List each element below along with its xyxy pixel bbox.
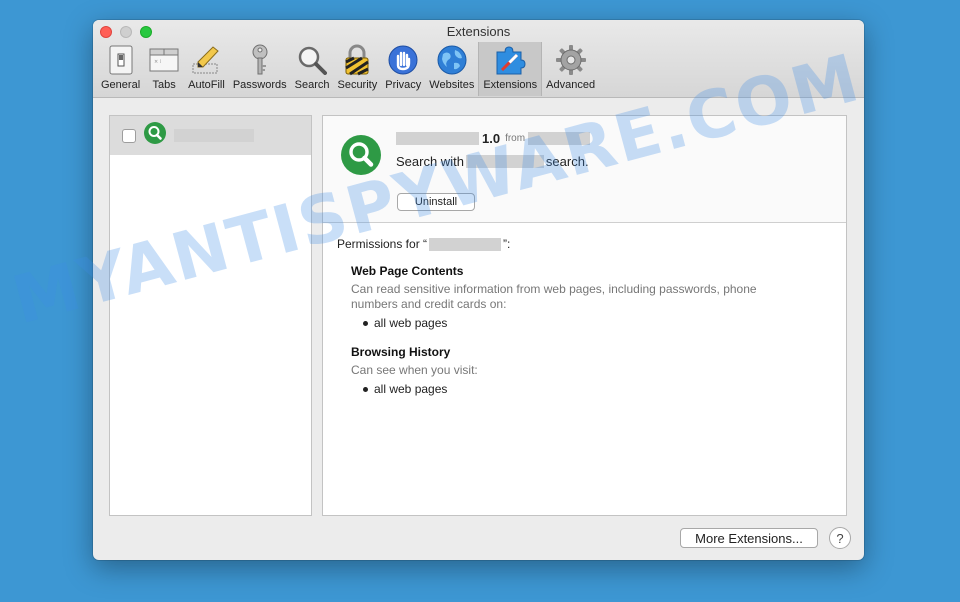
permission-bullet: all web pages bbox=[363, 382, 832, 396]
permissions-title: Permissions for “ ”: bbox=[337, 237, 832, 251]
bullet-dot-icon bbox=[363, 320, 368, 326]
tab-autofill[interactable]: AutoFill bbox=[184, 42, 229, 96]
magnifier-icon bbox=[296, 44, 328, 76]
extensions-list bbox=[109, 115, 312, 516]
preferences-toolbar: General × ⁞ Tabs AutoFill Passwords Sear… bbox=[97, 42, 599, 96]
tab-websites[interactable]: Websites bbox=[425, 42, 478, 96]
tab-general-label: General bbox=[101, 79, 141, 91]
permission-group-history: Browsing History Can see when you visit:… bbox=[351, 345, 832, 396]
permission-bullet-text: all web pages bbox=[374, 382, 448, 396]
tab-extensions-label: Extensions bbox=[483, 79, 538, 91]
tab-passwords-label: Passwords bbox=[232, 79, 287, 91]
gear-icon bbox=[555, 44, 587, 76]
redacted-developer bbox=[528, 132, 591, 145]
extension-details: 1.0 from Search with search. Uninstall P… bbox=[322, 115, 847, 516]
extension-description: Search with search. bbox=[396, 154, 589, 169]
tabs-icon: × ⁞ bbox=[148, 44, 180, 76]
search-extension-icon bbox=[144, 122, 166, 149]
tab-extensions[interactable]: Extensions bbox=[478, 42, 543, 96]
tab-privacy[interactable]: Privacy bbox=[381, 42, 425, 96]
permissions-section: Permissions for “ ”: Web Page Contents C… bbox=[323, 223, 846, 396]
permissions-title-suffix: ”: bbox=[503, 237, 511, 251]
list-item[interactable] bbox=[110, 116, 311, 155]
extension-from-label: from bbox=[505, 133, 526, 144]
puzzle-compass-icon bbox=[494, 44, 526, 76]
bullet-dot-icon bbox=[363, 386, 368, 392]
permission-bullet: all web pages bbox=[363, 316, 832, 330]
redacted-search-name bbox=[465, 155, 544, 168]
tab-autofill-label: AutoFill bbox=[188, 79, 225, 91]
uninstall-button[interactable]: Uninstall bbox=[397, 193, 475, 211]
tab-general[interactable]: General bbox=[97, 42, 144, 96]
preferences-window: Extensions General × ⁞ Tabs AutoFill Pas… bbox=[93, 20, 864, 560]
permission-bullet-text: all web pages bbox=[374, 316, 448, 330]
tab-passwords[interactable]: Passwords bbox=[229, 42, 291, 96]
extension-header: 1.0 from Search with search. Uninstall bbox=[323, 116, 846, 223]
help-button[interactable]: ? bbox=[829, 527, 851, 549]
tab-tabs[interactable]: × ⁞ Tabs bbox=[144, 42, 184, 96]
search-extension-logo-icon bbox=[341, 135, 381, 180]
tab-websites-label: Websites bbox=[429, 79, 475, 91]
extension-enable-checkbox[interactable] bbox=[122, 128, 136, 143]
tab-advanced-label: Advanced bbox=[546, 79, 596, 91]
tab-tabs-label: Tabs bbox=[152, 79, 176, 91]
hand-icon bbox=[387, 44, 419, 76]
permissions-title-prefix: Permissions for “ bbox=[337, 237, 428, 251]
svg-text:× ⁞: × ⁞ bbox=[154, 59, 162, 65]
tab-search[interactable]: Search bbox=[291, 42, 334, 96]
redacted-extension-title bbox=[396, 132, 479, 145]
titlebar: Extensions General × ⁞ Tabs AutoFill Pas… bbox=[93, 20, 864, 98]
extension-version: 1.0 bbox=[482, 131, 501, 146]
tab-advanced[interactable]: Advanced bbox=[542, 42, 599, 96]
autofill-pencil-icon bbox=[190, 44, 222, 76]
globe-icon bbox=[436, 44, 468, 76]
permission-description: Can read sensitive information from web … bbox=[351, 282, 757, 311]
tab-search-label: Search bbox=[294, 79, 330, 91]
permission-group-web-contents: Web Page Contents Can read sensitive inf… bbox=[351, 264, 832, 330]
more-extensions-button[interactable]: More Extensions... bbox=[680, 528, 818, 548]
permission-heading: Browsing History bbox=[351, 345, 451, 359]
extensions-content: 1.0 from Search with search. Uninstall P… bbox=[93, 99, 864, 560]
permission-heading: Web Page Contents bbox=[351, 264, 464, 278]
redacted-permissions-name bbox=[429, 237, 502, 251]
extension-name-line: 1.0 from bbox=[396, 131, 591, 146]
permission-description: Can see when you visit: bbox=[351, 363, 478, 377]
general-switch-icon bbox=[105, 44, 137, 76]
description-suffix: search. bbox=[545, 154, 589, 169]
window-title: Extensions bbox=[446, 24, 511, 39]
description-prefix: Search with bbox=[396, 154, 464, 169]
tab-security[interactable]: Security bbox=[333, 42, 381, 96]
lock-icon bbox=[341, 44, 373, 76]
redacted-extension-name bbox=[174, 129, 254, 142]
tab-privacy-label: Privacy bbox=[385, 79, 422, 91]
key-icon bbox=[244, 44, 276, 76]
tab-security-label: Security bbox=[337, 79, 378, 91]
